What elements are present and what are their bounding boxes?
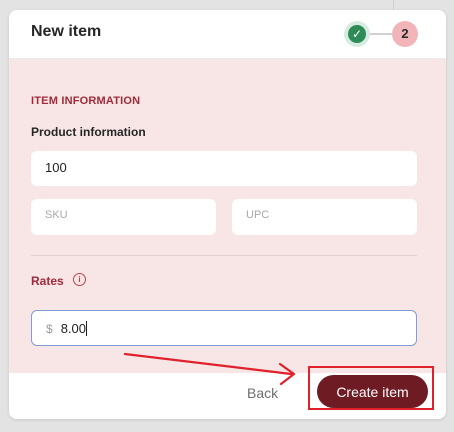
product-information-input[interactable]: 100 (31, 151, 417, 186)
text-cursor (86, 321, 87, 336)
rate-input[interactable]: $8.00 (31, 310, 417, 346)
checkmark-icon: ✓ (348, 25, 366, 43)
rate-value: 8.00 (60, 321, 86, 336)
annotation-highlight-box (308, 366, 434, 410)
section-divider (31, 255, 417, 256)
upc-input[interactable]: UPC (232, 199, 417, 235)
step-connector (370, 33, 392, 35)
modal-body: ITEM INFORMATION Product information 100… (9, 59, 446, 373)
section-title: ITEM INFORMATION (31, 95, 141, 107)
stepper: ✓ 2 (344, 21, 418, 47)
step-1-complete: ✓ (344, 21, 370, 47)
currency-symbol: $ (46, 322, 53, 336)
sku-input[interactable]: SKU (31, 199, 216, 235)
modal-header: New item ✓ 2 (9, 10, 446, 59)
rates-label: Rates (31, 274, 64, 288)
backdrop-divider (393, 0, 394, 10)
new-item-modal: New item ✓ 2 ITEM INFORMATION Product in… (9, 10, 446, 419)
modal-title: New item (31, 23, 102, 40)
step-2-current: 2 (392, 21, 418, 47)
back-button[interactable]: Back (247, 385, 278, 401)
product-information-label: Product information (31, 125, 146, 139)
info-icon[interactable]: i (73, 273, 86, 286)
